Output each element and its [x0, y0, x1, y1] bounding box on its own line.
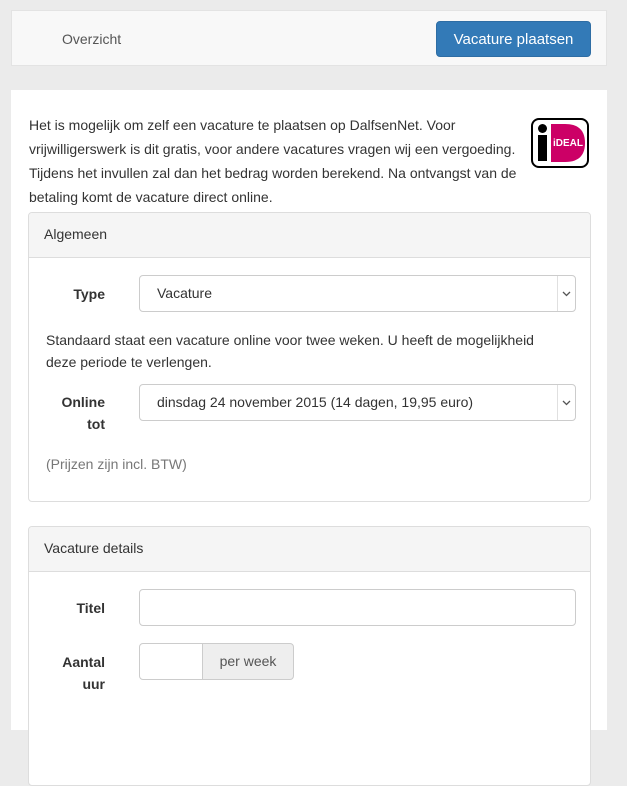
hours-label: Aantal uur: [29, 651, 105, 695]
online-until-select-value: dinsdag 24 november 2015 (14 dagen, 19,9…: [157, 394, 474, 410]
type-select-value: Vacature: [157, 285, 212, 301]
vacancy-details-heading: Vacature details: [29, 527, 590, 572]
hours-input-group: per week: [139, 643, 294, 680]
post-vacancy-button[interactable]: Vacature plaatsen: [436, 21, 591, 57]
title-label: Titel: [76, 600, 105, 616]
online-until-label-line1: Online: [61, 394, 105, 410]
general-panel: Algemeen Type Vacature Standaard staat e…: [28, 212, 591, 502]
title-input[interactable]: [139, 589, 576, 626]
intro-text: Het is mogelijk om zelf een vacature te …: [29, 117, 517, 205]
online-until-label: Online tot: [29, 391, 105, 435]
type-label: Type: [73, 286, 105, 302]
online-until-label-line2: tot: [87, 416, 105, 432]
hours-label-line2: uur: [82, 676, 105, 692]
hours-input[interactable]: [139, 643, 203, 680]
vacancy-details-panel: Vacature details Titel Aantal uur per we…: [28, 526, 591, 786]
type-select[interactable]: Vacature: [139, 275, 576, 312]
hours-label-line1: Aantal: [62, 654, 105, 670]
chevron-down-icon: [557, 276, 575, 311]
price-note: (Prijzen zijn incl. BTW): [46, 456, 187, 472]
duration-info-text: Standaard staat een vacature online voor…: [46, 332, 534, 370]
main-content: Het is mogelijk om zelf een vacature te …: [11, 90, 607, 786]
top-navbar: Overzicht Vacature plaatsen: [11, 10, 607, 66]
general-panel-heading: Algemeen: [29, 213, 590, 258]
ideal-logo-icon: iDEAL: [531, 118, 589, 168]
chevron-down-icon: [557, 385, 575, 420]
online-until-select[interactable]: dinsdag 24 november 2015 (14 dagen, 19,9…: [139, 384, 576, 421]
ideal-logo-text: iDEAL: [553, 138, 583, 149]
nav-overview-link[interactable]: Overzicht: [62, 31, 121, 47]
hours-addon: per week: [202, 643, 294, 680]
